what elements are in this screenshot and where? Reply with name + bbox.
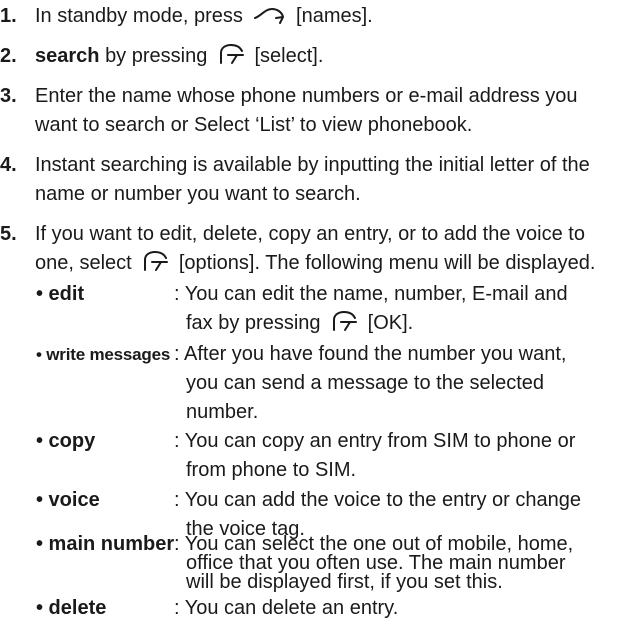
step-number: 3. (0, 85, 17, 107)
step-text: by pressing (105, 45, 208, 67)
menu-option-write-messages: • write messages : After you have found … (36, 340, 636, 427)
step-1: 1. In standby mode, press [names]. (0, 2, 630, 35)
step-text-line: Instant searching is available by inputt… (35, 154, 590, 176)
step-text: In standby mode, press (35, 5, 243, 27)
step-text-line: If you want to edit, delete, copy an ent… (35, 223, 585, 245)
option-desc-line: : You can delete an entry. (174, 597, 399, 619)
menu-option-main-number: • main number : You can select the one o… (36, 533, 636, 593)
left-softkey-icon (330, 309, 358, 342)
step-number: 4. (0, 154, 17, 176)
option-desc-line: you can send a message to the selected (186, 372, 545, 394)
option-label: • delete (36, 597, 107, 619)
menu-option-delete: • delete : You can delete an entry. (36, 594, 636, 623)
left-softkey-icon (217, 42, 245, 75)
option-desc-line: : You can copy an entry from SIM to phon… (174, 430, 576, 452)
left-softkey-icon (141, 249, 169, 282)
key-label: [select]. (254, 45, 324, 67)
option-label: • write messages (36, 345, 171, 364)
step-number: 2. (0, 45, 17, 67)
step-5: 5. If you want to edit, delete, copy an … (0, 220, 630, 282)
step-text: one, select (35, 252, 132, 274)
step-text: [options]. The following menu will be di… (178, 252, 596, 274)
option-desc-line: : You can add the voice to the entry or … (174, 489, 581, 511)
instruction-page: 1. In standby mode, press [names]. 2. se… (0, 0, 639, 624)
step-keyword: search (35, 45, 100, 67)
option-desc-line: will be displayed first, if you set this… (186, 571, 503, 593)
step-4: 4. Instant searching is available by inp… (0, 151, 630, 209)
step-number: 1. (0, 5, 17, 27)
menu-option-copy: • copy : You can copy an entry from SIM … (36, 427, 636, 485)
option-desc-line: from phone to SIM. (186, 459, 357, 481)
right-softkey-icon (252, 4, 286, 35)
step-text-line: name or number you want to search. (35, 183, 361, 205)
step-3: 3. Enter the name whose phone numbers or… (0, 82, 630, 140)
option-desc-line: : You can edit the name, number, E-mail … (174, 283, 568, 305)
step-2: 2. search by pressing [select]. (0, 42, 630, 75)
option-label: • main number (36, 533, 175, 555)
option-label: • voice (36, 489, 100, 511)
option-desc-line: number. (186, 401, 259, 423)
option-desc-text: fax by pressing (186, 312, 321, 334)
menu-option-edit: • edit : You can edit the name, number, … (36, 280, 636, 342)
option-label: • copy (36, 430, 96, 452)
step-text-line: Enter the name whose phone numbers or e-… (35, 85, 578, 107)
step-text-line: want to search or Select ‘List’ to view … (35, 114, 473, 136)
option-desc-line: : After you have found the number you wa… (174, 343, 567, 365)
option-desc-text: [OK]. (367, 312, 414, 334)
key-label: [names]. (296, 5, 373, 27)
step-number: 5. (0, 223, 17, 245)
option-label: • edit (36, 283, 85, 305)
